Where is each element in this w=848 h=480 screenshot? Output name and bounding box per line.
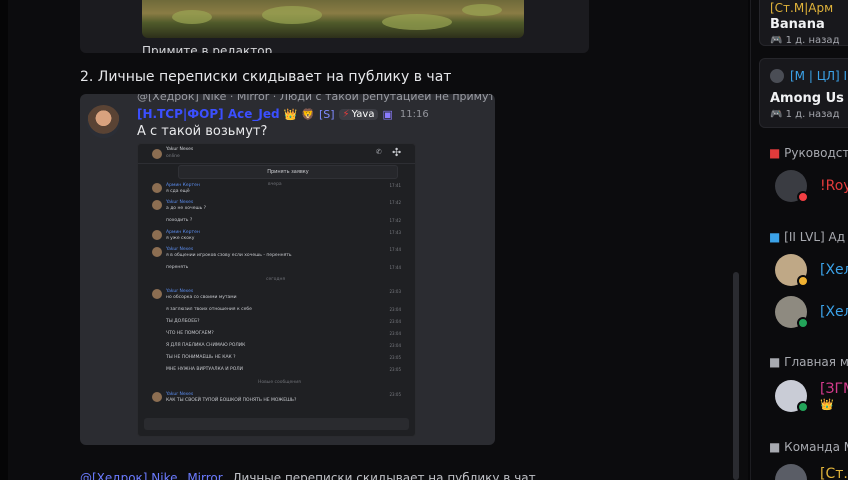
quoted-message-embed[interactable]: @[Хедрок] Nike · Mirror · Люди с такой р… — [80, 94, 495, 445]
role-section-header: ■ Руководст — [769, 146, 848, 160]
crown-icon: 👑 — [820, 398, 834, 411]
dm-header: Yakur Nexes online ✆ ✣ — [138, 144, 415, 164]
date-divider: вчера — [268, 182, 282, 187]
gamepad-icon: 🎮 — [770, 35, 786, 46]
role-icon: ■ — [769, 355, 781, 369]
author-line: [Н.ТСР|ФОР] Ace_Jed 👑 🦁 [S] ⚡ Yava ▣ 11:1… — [137, 107, 429, 121]
activity-card[interactable]: [М | ЦЛ] I Among Us 🎮 1 д. назад — [759, 58, 848, 128]
status-idle-icon — [797, 275, 809, 287]
member-name[interactable]: !Roy — [820, 178, 848, 194]
mention-link[interactable]: @[Хедрок] Nike — [80, 471, 178, 480]
role-icon: ■ — [769, 440, 781, 454]
attached-photo[interactable] — [142, 0, 524, 38]
dm-title: Yakur Nexes — [166, 147, 194, 152]
message-text: А с такой возьмут? — [137, 124, 268, 139]
role-section-header: ■ Команда М — [769, 440, 848, 454]
attached-screenshot[interactable]: Yakur Nexes online ✆ ✣ Принять заявку вч… — [137, 143, 416, 437]
lightning-icon: ⚡ — [342, 108, 350, 120]
role-pill[interactable]: ⚡ Yava — [338, 108, 379, 120]
accept-request-button[interactable]: Принять заявку — [178, 165, 398, 179]
phone-icon: ✆ — [376, 148, 382, 156]
member-list: [Ст.М|Арм Banana 🎮 1 д. назад [М | ЦЛ] I… — [750, 0, 848, 480]
member-name[interactable]: [ЗГМ — [820, 381, 848, 397]
discord-window: Примите в редактор 2. Личные переписки с… — [0, 0, 848, 480]
apps-icon: ✣ — [392, 146, 402, 159]
message-time: 11:16 — [399, 108, 429, 120]
activity-card[interactable]: [Ст.М|Арм Banana 🎮 1 д. назад — [759, 0, 848, 46]
crown-icon: 👑 — [283, 107, 298, 121]
dm-message-input[interactable] — [144, 418, 409, 430]
role-section-header: ■ Главная м — [769, 355, 848, 369]
reply-preview[interactable]: @[Хедрок] Nike · Mirror · Люди с такой р… — [137, 94, 495, 103]
message-heading: 2. Личные переписки скидывает на публику… — [80, 69, 452, 85]
next-message-preview: @[Хедрок] Nike Mirror Личные переписки с… — [80, 471, 536, 480]
preview-text: Личные переписки скидывает на публику в … — [232, 471, 536, 480]
prev-message-card: Примите в редактор — [80, 0, 589, 53]
lion-icon: 🦁 — [301, 107, 315, 121]
role-icon: ■ — [769, 230, 781, 244]
mirror-label: Mirror — [187, 471, 223, 480]
role-icon: ■ — [769, 146, 781, 160]
member-name[interactable]: [Хел — [820, 262, 848, 278]
server-tag-icon: [S] — [318, 107, 335, 121]
member-name[interactable]: [Ст.М — [820, 466, 848, 480]
chat-area: Примите в редактор 2. Личные переписки с… — [8, 0, 748, 480]
server-rail — [0, 0, 8, 480]
role-section-header: ■ [II LVL] Ад — [769, 230, 846, 244]
dm-avatar — [152, 149, 162, 159]
status-online-icon — [797, 317, 809, 329]
status-online-icon — [797, 401, 809, 413]
author-name[interactable]: [Н.ТСР|ФОР] Ace_Jed — [137, 107, 280, 121]
prev-caption: Примите в редактор — [142, 44, 273, 53]
author-avatar[interactable] — [87, 105, 120, 138]
status-dnd-icon — [797, 191, 809, 203]
bot-icon: ▣ — [382, 107, 393, 121]
member-avatar — [770, 69, 784, 83]
chat-scrollbar[interactable] — [733, 272, 739, 480]
gamepad-icon: 🎮 — [770, 109, 786, 120]
member-avatar[interactable] — [775, 464, 807, 480]
dm-status: online — [166, 154, 180, 159]
member-name[interactable]: [Хел — [820, 304, 848, 320]
